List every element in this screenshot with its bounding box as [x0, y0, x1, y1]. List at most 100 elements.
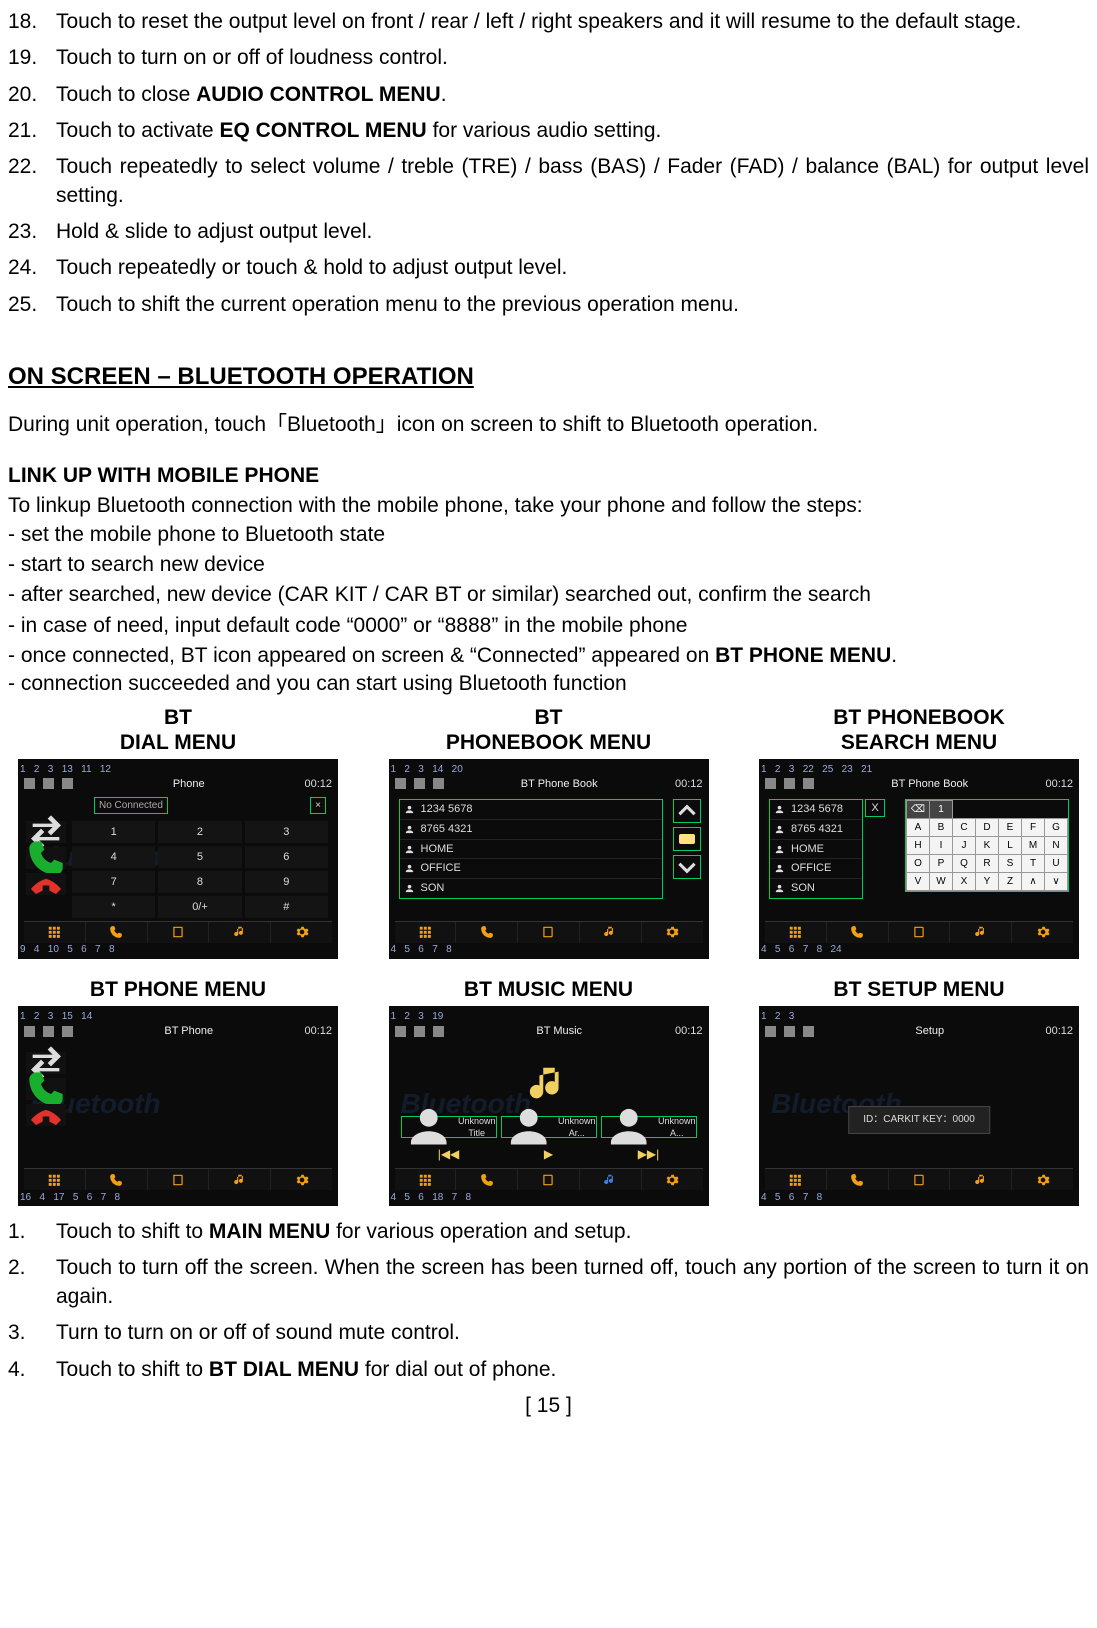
bottom-bar-item[interactable] [86, 922, 148, 943]
search-key[interactable]: L [999, 836, 1022, 854]
search-key[interactable]: N [1045, 836, 1068, 854]
search-side-key[interactable]: ⌫ [907, 800, 930, 818]
page-number: [ 15 ] [8, 1392, 1089, 1420]
keypad-key[interactable]: * [72, 896, 155, 918]
search-key[interactable]: Y [976, 872, 999, 890]
keypad-key[interactable]: 4 [72, 846, 155, 868]
bottom-bar-item[interactable] [518, 1169, 580, 1190]
bt-setup-menu-col: BT SETUP MENU 1 2 3Setup00:12BluetoothID… [749, 977, 1089, 1206]
bottom-bar-item[interactable] [148, 1169, 210, 1190]
search-side-key[interactable]: 1 [930, 800, 953, 818]
bottom-bar-item[interactable] [24, 1169, 86, 1190]
search-clear[interactable]: X [865, 799, 885, 817]
phonebook-entry[interactable]: HOME [770, 840, 862, 860]
keypad-key[interactable]: 2 [158, 821, 241, 843]
bottom-bar-item[interactable] [209, 922, 271, 943]
bottom-bar-item[interactable] [271, 1169, 332, 1190]
bottom-bar-item[interactable] [148, 922, 210, 943]
bt-music-screenshot: 1 2 3 19BT Music00:12BluetoothUnknown Ti… [389, 1006, 709, 1206]
bottom-bar-item[interactable] [765, 922, 827, 943]
search-key[interactable]: M [1022, 836, 1045, 854]
search-key[interactable]: G [1045, 818, 1068, 836]
bottom-bar-item[interactable] [765, 1169, 827, 1190]
bottom-bar-item[interactable] [950, 922, 1012, 943]
keypad-key[interactable]: # [245, 896, 328, 918]
phonebook-entry[interactable]: OFFICE [400, 859, 662, 879]
phonebook-entry[interactable]: SON [770, 879, 862, 898]
search-key[interactable]: A [907, 818, 930, 836]
search-key[interactable]: I [930, 836, 953, 854]
bottom-bar-item[interactable] [642, 1169, 703, 1190]
bottom-bar-item[interactable] [271, 922, 332, 943]
keypad-key[interactable]: 7 [72, 871, 155, 893]
bottom-bar-item[interactable] [1012, 922, 1073, 943]
keypad-key[interactable]: 9 [245, 871, 328, 893]
search-key[interactable]: F [1022, 818, 1045, 836]
bottom-bar-item[interactable] [86, 1169, 148, 1190]
hangup-icon[interactable] [26, 873, 66, 895]
search-key[interactable]: W [930, 872, 953, 890]
screen-title: BT Phone Book [452, 777, 667, 792]
phonebook-entry[interactable]: 8765 4321 [770, 820, 862, 840]
search-key[interactable]: P [930, 854, 953, 872]
music-control[interactable]: ▶ [501, 1144, 597, 1164]
bottom-bar-item[interactable] [24, 922, 86, 943]
keypad-key[interactable]: 3 [245, 821, 328, 843]
bt-phonebook-menu-col: BTPHONEBOOK MENU 1 2 3 14 20BT Phone Boo… [379, 705, 719, 959]
search-key[interactable]: O [907, 854, 930, 872]
keypad-key[interactable]: 5 [158, 846, 241, 868]
search-key[interactable]: C [953, 818, 976, 836]
bottom-bar-item[interactable] [889, 1169, 951, 1190]
search-key[interactable]: E [999, 818, 1022, 836]
bottom-bar-item[interactable] [889, 922, 951, 943]
keypad-key[interactable]: 0/+ [158, 896, 241, 918]
search-key[interactable]: Z [999, 872, 1022, 890]
search-key[interactable]: K [976, 836, 999, 854]
search-key[interactable]: Q [953, 854, 976, 872]
phonebook-entry[interactable]: OFFICE [770, 859, 862, 879]
bottom-bar-item[interactable] [209, 1169, 271, 1190]
search-key[interactable]: U [1045, 854, 1068, 872]
keypad-key[interactable]: 8 [158, 871, 241, 893]
phonebook-entry[interactable]: 1234 5678 [770, 800, 862, 820]
bottom-bar-item[interactable] [827, 1169, 889, 1190]
phonebook-entry[interactable]: 1234 5678 [400, 800, 662, 820]
phonebook-entry[interactable]: SON [400, 879, 662, 898]
bottom-bar-item[interactable] [456, 922, 518, 943]
bottom-bar-item[interactable] [827, 922, 889, 943]
search-key[interactable]: ∨ [1045, 872, 1068, 890]
bottom-bar-item[interactable] [580, 1169, 642, 1190]
keypad-key[interactable]: 6 [245, 846, 328, 868]
search-key[interactable]: S [999, 854, 1022, 872]
bottom-bar-item[interactable] [518, 922, 580, 943]
search-key[interactable]: B [930, 818, 953, 836]
bottom-bar-item[interactable] [1012, 1169, 1073, 1190]
bottom-bar-item[interactable] [395, 922, 457, 943]
search-key[interactable]: ∧ [1022, 872, 1045, 890]
music-control[interactable]: ▶▶| [601, 1144, 697, 1164]
search-key[interactable]: H [907, 836, 930, 854]
list-item: 3.Turn to turn on or off of sound mute c… [8, 1319, 1089, 1347]
phonebook-entry[interactable]: 8765 4321 [400, 820, 662, 840]
hangup-icon[interactable] [26, 1104, 66, 1126]
search-key[interactable]: X [953, 872, 976, 890]
keyboard-icon[interactable] [673, 827, 701, 851]
close-icon[interactable]: × [310, 797, 326, 815]
search-key[interactable]: T [1022, 854, 1045, 872]
bottom-bar-item[interactable] [950, 1169, 1012, 1190]
keypad-key[interactable]: 1 [72, 821, 155, 843]
bottom-bar-item[interactable] [456, 1169, 518, 1190]
search-key[interactable]: R [976, 854, 999, 872]
bottom-bar-item[interactable] [642, 922, 703, 943]
power-icon [414, 778, 425, 789]
search-key[interactable]: D [976, 818, 999, 836]
phonebook-entry[interactable]: HOME [400, 840, 662, 860]
music-control[interactable]: |◀◀ [401, 1144, 497, 1164]
search-key[interactable]: J [953, 836, 976, 854]
home-icon [24, 778, 35, 789]
scroll-down-icon[interactable] [673, 855, 701, 879]
scroll-up-icon[interactable] [673, 799, 701, 823]
search-key[interactable]: V [907, 872, 930, 890]
bottom-bar-item[interactable] [580, 922, 642, 943]
bottom-bar-item[interactable] [395, 1169, 457, 1190]
